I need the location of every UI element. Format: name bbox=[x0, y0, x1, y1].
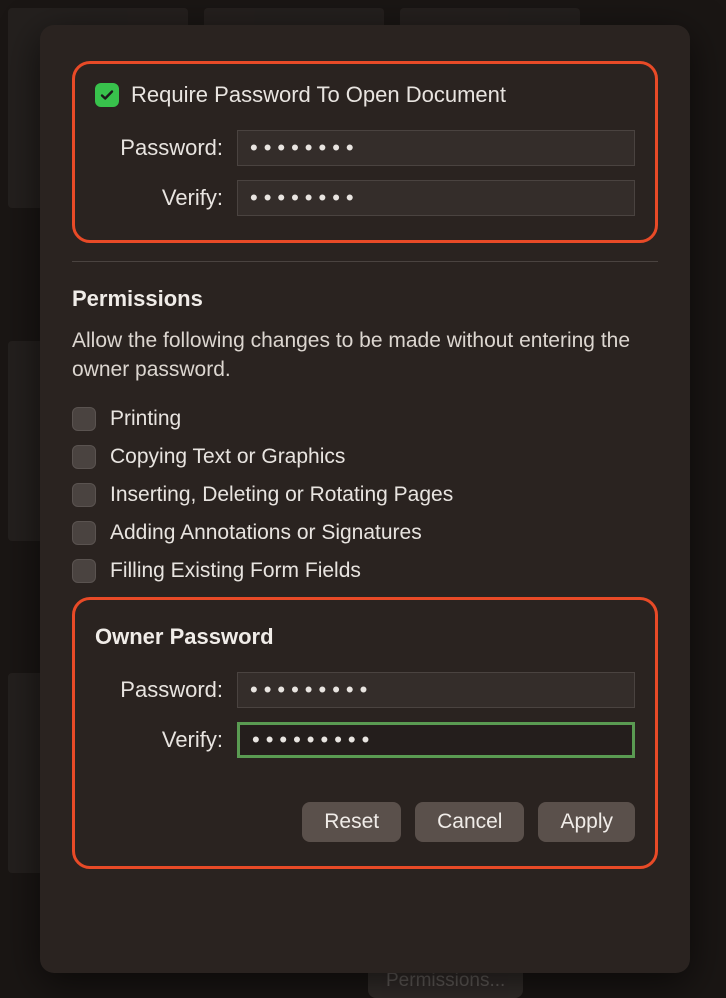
permission-copying[interactable]: Copying Text or Graphics bbox=[72, 445, 658, 469]
permission-formfields[interactable]: Filling Existing Form Fields bbox=[72, 559, 658, 583]
permissions-title: Permissions bbox=[72, 286, 658, 312]
permission-annotations-label: Adding Annotations or Signatures bbox=[110, 521, 422, 545]
owner-password-input[interactable] bbox=[237, 672, 635, 708]
open-password-input[interactable] bbox=[237, 130, 635, 166]
owner-verify-input[interactable] bbox=[237, 722, 635, 758]
permission-annotations[interactable]: Adding Annotations or Signatures bbox=[72, 521, 658, 545]
owner-verify-row: Verify: bbox=[95, 722, 635, 758]
permissions-dialog: Require Password To Open Document Passwo… bbox=[40, 25, 690, 973]
open-verify-label: Verify: bbox=[95, 185, 223, 211]
apply-button[interactable]: Apply bbox=[538, 802, 635, 842]
open-password-row: Password: bbox=[95, 130, 635, 166]
button-row: Reset Cancel Apply bbox=[95, 802, 635, 842]
reset-button[interactable]: Reset bbox=[302, 802, 401, 842]
owner-password-label: Password: bbox=[95, 677, 223, 703]
owner-password-section: Owner Password Password: Verify: Reset C… bbox=[72, 597, 658, 869]
permission-printing[interactable]: Printing bbox=[72, 407, 658, 431]
permission-inserting[interactable]: Inserting, Deleting or Rotating Pages bbox=[72, 483, 658, 507]
owner-verify-label: Verify: bbox=[95, 727, 223, 753]
open-verify-row: Verify: bbox=[95, 180, 635, 216]
permission-inserting-checkbox[interactable] bbox=[72, 483, 96, 507]
open-verify-input[interactable] bbox=[237, 180, 635, 216]
owner-password-row: Password: bbox=[95, 672, 635, 708]
owner-password-title: Owner Password bbox=[95, 624, 635, 650]
require-password-label: Require Password To Open Document bbox=[131, 82, 506, 108]
permission-formfields-checkbox[interactable] bbox=[72, 559, 96, 583]
permission-inserting-label: Inserting, Deleting or Rotating Pages bbox=[110, 483, 453, 507]
permission-formfields-label: Filling Existing Form Fields bbox=[110, 559, 361, 583]
permission-printing-checkbox[interactable] bbox=[72, 407, 96, 431]
checkmark-icon bbox=[99, 87, 115, 103]
divider bbox=[72, 261, 658, 262]
permission-printing-label: Printing bbox=[110, 407, 181, 431]
permission-copying-label: Copying Text or Graphics bbox=[110, 445, 345, 469]
require-password-checkbox[interactable] bbox=[95, 83, 119, 107]
permissions-section: Permissions Allow the following changes … bbox=[72, 286, 658, 583]
require-password-row[interactable]: Require Password To Open Document bbox=[95, 82, 635, 108]
permissions-description: Allow the following changes to be made w… bbox=[72, 326, 658, 385]
permission-copying-checkbox[interactable] bbox=[72, 445, 96, 469]
require-password-section: Require Password To Open Document Passwo… bbox=[72, 61, 658, 243]
permission-annotations-checkbox[interactable] bbox=[72, 521, 96, 545]
cancel-button[interactable]: Cancel bbox=[415, 802, 524, 842]
open-password-label: Password: bbox=[95, 135, 223, 161]
